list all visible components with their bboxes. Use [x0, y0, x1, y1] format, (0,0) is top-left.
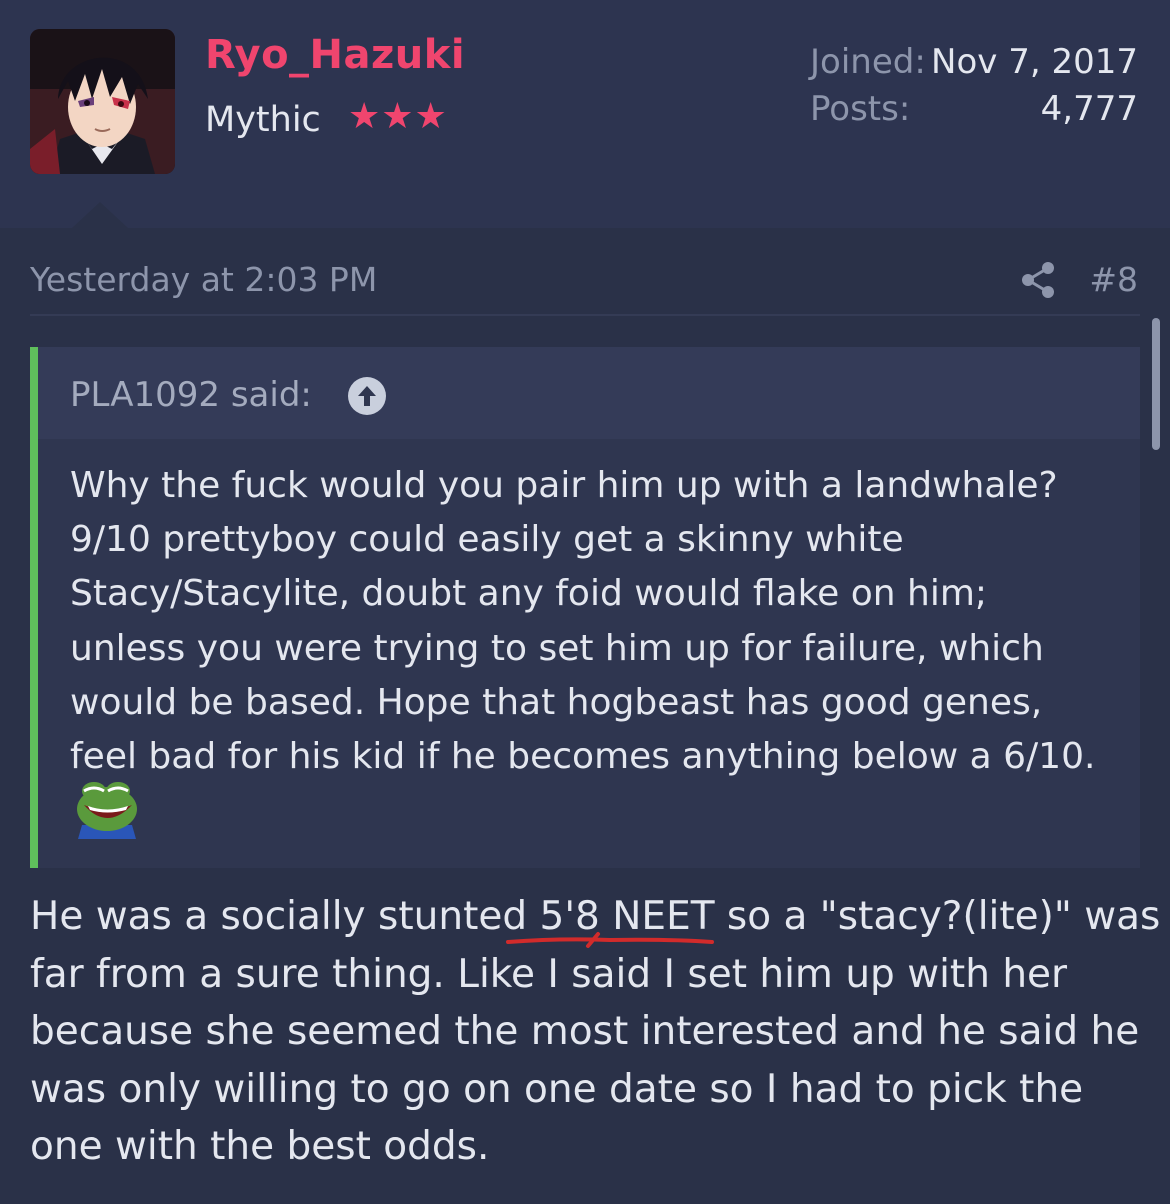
quote-line: Why the fuck would you pair him up with …	[70, 465, 1058, 506]
rank-stars-icon: ★★★	[348, 96, 448, 137]
laughing-frog-icon	[74, 775, 140, 841]
quote-text: Why the fuck would you pair him up with …	[70, 459, 1130, 784]
go-to-quote-arrow-icon[interactable]	[348, 377, 386, 415]
divider	[30, 314, 1140, 316]
quote-line: 9/10 prettyboy could easily get a skinny…	[70, 519, 904, 561]
avatar[interactable]	[30, 29, 175, 174]
quote-line: would be based. Hope that hogbeast has g…	[70, 681, 1043, 723]
post-timestamp[interactable]: Yesterday at 2:03 PM	[30, 260, 377, 299]
post-number-link[interactable]: #8	[1089, 260, 1138, 299]
posts-label: Posts:	[810, 89, 911, 129]
anime-avatar-icon	[30, 29, 175, 174]
quote-block: PLA1092 said: Why the fuck would you pai…	[30, 347, 1140, 868]
username[interactable]: Ryo_Hazuki	[205, 32, 465, 78]
quote-line: Stacy/Stacylite, doubt any foid would fl…	[70, 573, 988, 615]
quote-header[interactable]: PLA1092 said:	[38, 347, 1140, 439]
post-line: far from a sure thing. Like I said I set…	[30, 951, 1068, 997]
red-underline-annotation	[506, 932, 714, 948]
post-line: was only willing to go on one date so I …	[30, 1066, 1084, 1112]
share-icon[interactable]	[1018, 260, 1058, 300]
scrollbar[interactable]	[1152, 318, 1160, 450]
post-line: one with the best odds.	[30, 1124, 490, 1169]
posts-value[interactable]: 4,777	[1041, 89, 1138, 129]
header-pointer	[72, 202, 128, 228]
user-rank: Mythic	[205, 100, 321, 140]
quote-line: feel bad for his kid if he becomes anyth…	[70, 736, 1096, 778]
quote-author[interactable]: PLA1092 said:	[70, 375, 312, 415]
user-info-header: Ryo_Hazuki Mythic ★★★ Joined: Nov 7, 201…	[0, 0, 1170, 228]
joined-label: Joined:	[810, 42, 926, 82]
post-line: because she seemed the most interested a…	[30, 1009, 1140, 1054]
quote-line: unless you were trying to set him up for…	[70, 627, 1044, 669]
joined-value: Nov 7, 2017	[931, 42, 1138, 82]
